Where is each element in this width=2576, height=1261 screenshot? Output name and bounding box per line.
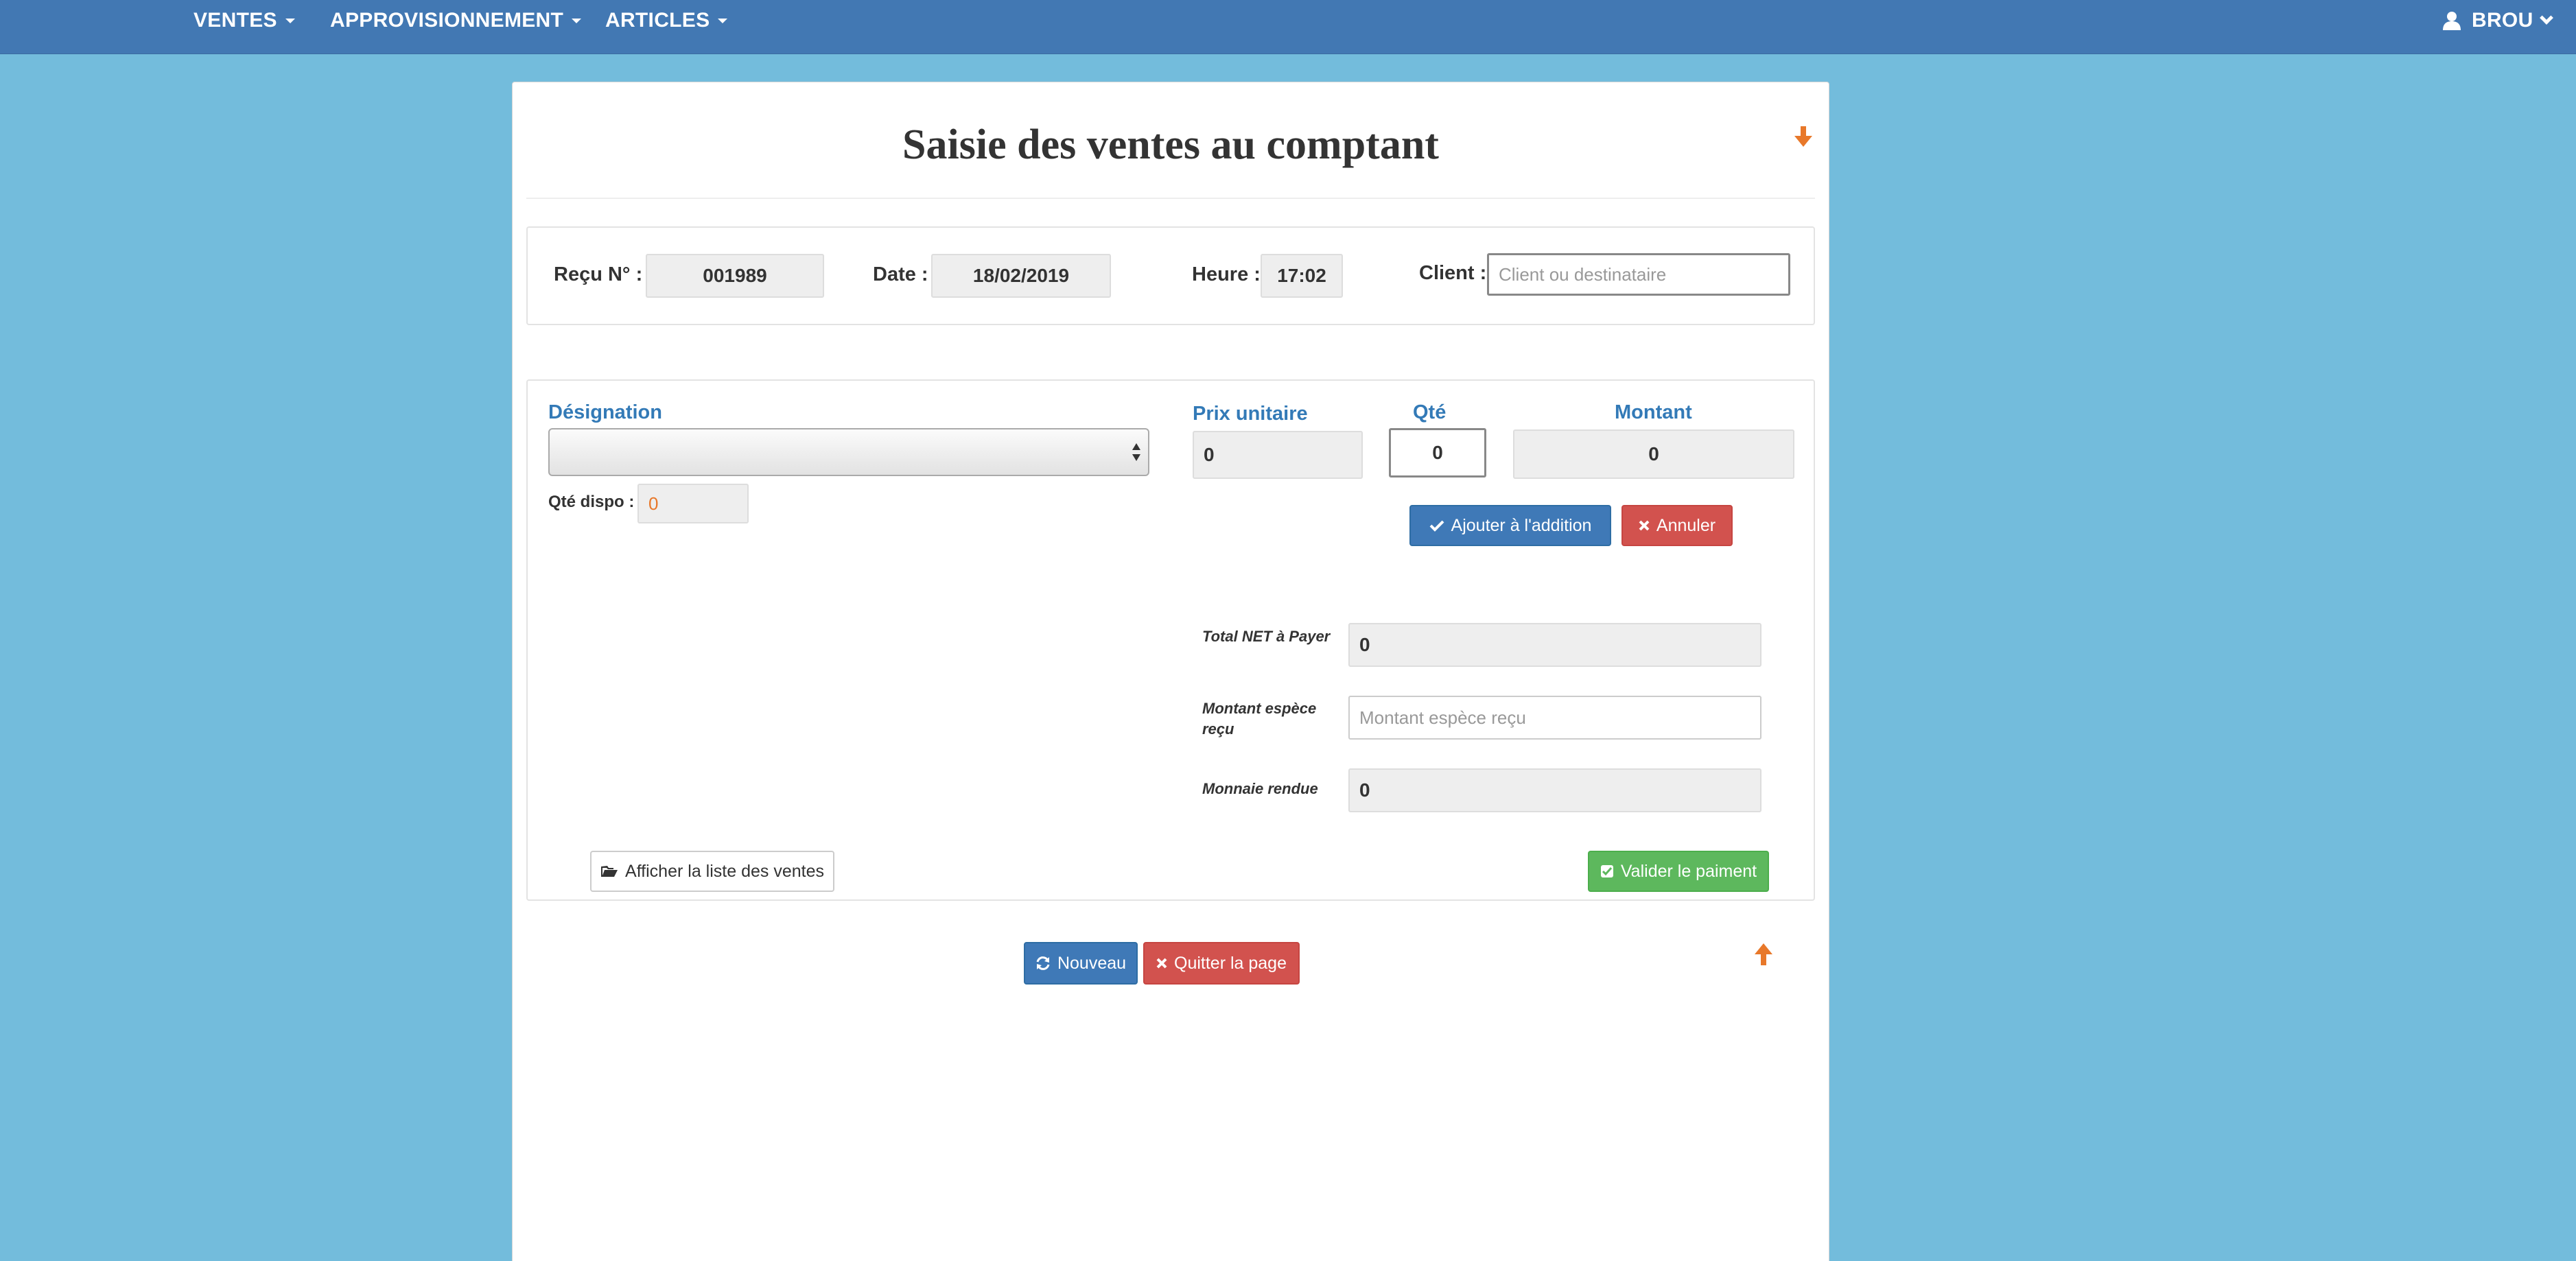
show-sales-list-button[interactable]: Afficher la liste des ventes [590,851,834,892]
chevron-down-icon [2539,11,2553,25]
heure-label: Heure : [1192,263,1261,285]
quit-page-button[interactable]: Quitter la page [1143,942,1300,985]
nav-menu-articles-label: ARTICLES [605,9,710,32]
close-icon [1639,520,1650,531]
add-to-bill-button-label: Ajouter à l'addition [1451,515,1592,535]
user-menu[interactable]: BROU [2443,0,2553,41]
client-label: Client : [1419,262,1487,284]
check-icon [1429,520,1444,532]
close-icon [1156,958,1167,969]
recu-label: Reçu N° : [554,263,643,285]
recu-number-field: 001989 [646,254,824,298]
qte-input[interactable]: 0 [1389,428,1486,478]
qte-label: Qté [1413,401,1447,423]
nav-menu-ventes[interactable]: VENTES [194,0,295,41]
change-label: Monnaie rendue [1202,780,1318,797]
nav-menu-approvisionnement-label: APPROVISIONNEMENT [330,9,564,32]
nav-menu-approvisionnement[interactable]: APPROVISIONNEMENT [330,0,582,41]
cash-received-label: Montant espèce reçu [1202,700,1317,738]
designation-label: Désignation [548,401,662,423]
show-sales-list-button-label: Afficher la liste des ventes [625,861,824,881]
scroll-up-arrow-icon[interactable] [1753,942,1774,967]
designation-select[interactable] [548,428,1149,476]
client-input[interactable] [1487,253,1790,296]
cancel-line-button[interactable]: Annuler [1621,505,1733,546]
cancel-line-button-label: Annuler [1656,515,1716,535]
select-updown-icon [1132,443,1140,461]
caret-down-icon [718,18,728,23]
refresh-icon [1036,956,1050,970]
sale-entry-box: Désignation Qté dispo : 0 Prix unitaire … [526,379,1815,901]
prix-unitaire-field: 0 [1193,431,1363,479]
scroll-down-arrow-icon[interactable] [1793,125,1814,150]
add-to-bill-button[interactable]: Ajouter à l'addition [1409,505,1611,546]
new-button-label: Nouveau [1057,953,1127,973]
validate-payment-button[interactable]: Valider le paiment [1588,851,1769,892]
title-divider [526,198,1815,199]
prix-unitaire-label: Prix unitaire [1193,403,1308,425]
main-panel: Saisie des ventes au comptant Reçu N° : … [512,82,1829,1261]
folder-open-icon [601,866,618,877]
receipt-header-box: Reçu N° : 001989 Date : 18/02/2019 Heure… [526,226,1815,325]
date-label: Date : [873,263,928,285]
montant-label: Montant [1615,401,1692,423]
user-icon [2443,12,2461,30]
user-menu-label: BROU [2472,9,2533,32]
cash-received-input[interactable] [1348,696,1761,740]
check-square-icon [1600,865,1613,877]
quit-page-button-label: Quitter la page [1174,953,1287,973]
new-button[interactable]: Nouveau [1024,942,1138,985]
caret-down-icon [285,18,295,23]
page-title: Saisie des ventes au comptant [902,121,1439,168]
total-net-field: 0 [1348,623,1761,667]
top-navbar: VENTES APPROVISIONNEMENT ARTICLES BROU [0,0,2576,54]
qte-dispo-label: Qté dispo : [548,493,635,511]
nav-menu-articles[interactable]: ARTICLES [605,0,728,41]
caret-down-icon [572,18,582,23]
date-field: 18/02/2019 [931,254,1111,298]
change-field: 0 [1348,768,1761,812]
validate-payment-button-label: Valider le paiment [1620,861,1757,881]
nav-menu-ventes-label: VENTES [194,9,277,32]
qte-dispo-field: 0 [637,484,749,523]
montant-field: 0 [1513,429,1794,479]
heure-field: 17:02 [1261,254,1343,298]
total-net-label: Total NET à Payer [1202,628,1331,645]
